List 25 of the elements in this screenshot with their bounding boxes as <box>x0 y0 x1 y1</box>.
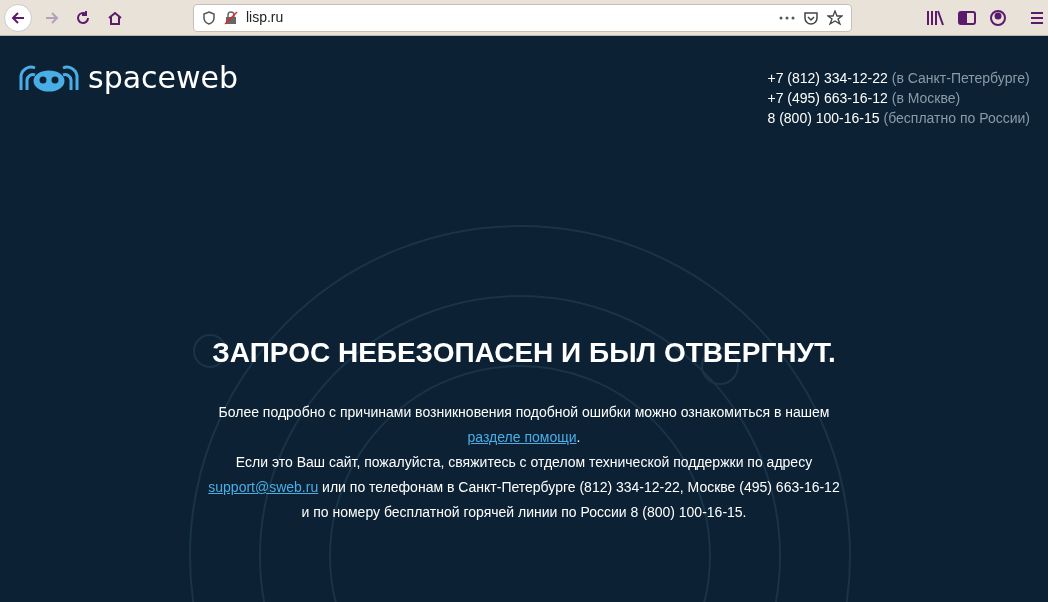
error-heading: ЗАПРОС НЕБЕЗОПАСЕН И БЫЛ ОТВЕРГНУТ. <box>211 336 837 370</box>
star-icon[interactable] <box>827 9 843 26</box>
more-icon[interactable] <box>779 15 795 20</box>
insecure-lock-icon[interactable] <box>223 10 238 25</box>
link[interactable]: разделе помощи <box>467 429 577 445</box>
phone-note: (в Москве) <box>891 89 961 108</box>
info-paragraph: Если это Ваш сайт, пожалуйста, свяжитесь с отделом технической поддержки по адресу support@sweb.ru или по телефонам в Санкт-Петербурге (812) 334-12-22, Москве (495) 663-16-12 и по номеру бесплатной горячей линии по России 8 (800) 100-16-15. <box>207 453 841 522</box>
phone-note: (бесплатно по России) <box>883 109 1030 128</box>
shield-icon[interactable] <box>201 10 216 25</box>
library-icon[interactable] <box>926 9 944 26</box>
back-arrow-icon[interactable] <box>9 9 26 26</box>
url-text: lisp.ru <box>245 8 284 27</box>
logo-text[interactable]: spaceweb <box>88 63 239 93</box>
phone-number: +7 (812) 334-12-22 <box>767 69 888 88</box>
menu-icon[interactable] <box>1030 10 1044 25</box>
phone-number: 8 (800) 100-16-15 <box>767 109 880 128</box>
phone-number: +7 (495) 663-16-12 <box>767 89 888 108</box>
info-paragraph: Более подробно с причинами возникновения подобной ошибки можно ознакомиться в нашем разделе помощи. <box>217 403 831 447</box>
pocket-icon[interactable] <box>803 9 819 26</box>
back-button[interactable] <box>4 3 32 32</box>
account-icon[interactable] <box>990 9 1006 26</box>
phone-note: (в Санкт-Петербурге) <box>891 69 1030 88</box>
sidebar-icon[interactable] <box>958 9 976 26</box>
link[interactable]: support@sweb.ru <box>208 479 319 495</box>
address-bar[interactable]: lisp.ru <box>192 3 852 32</box>
